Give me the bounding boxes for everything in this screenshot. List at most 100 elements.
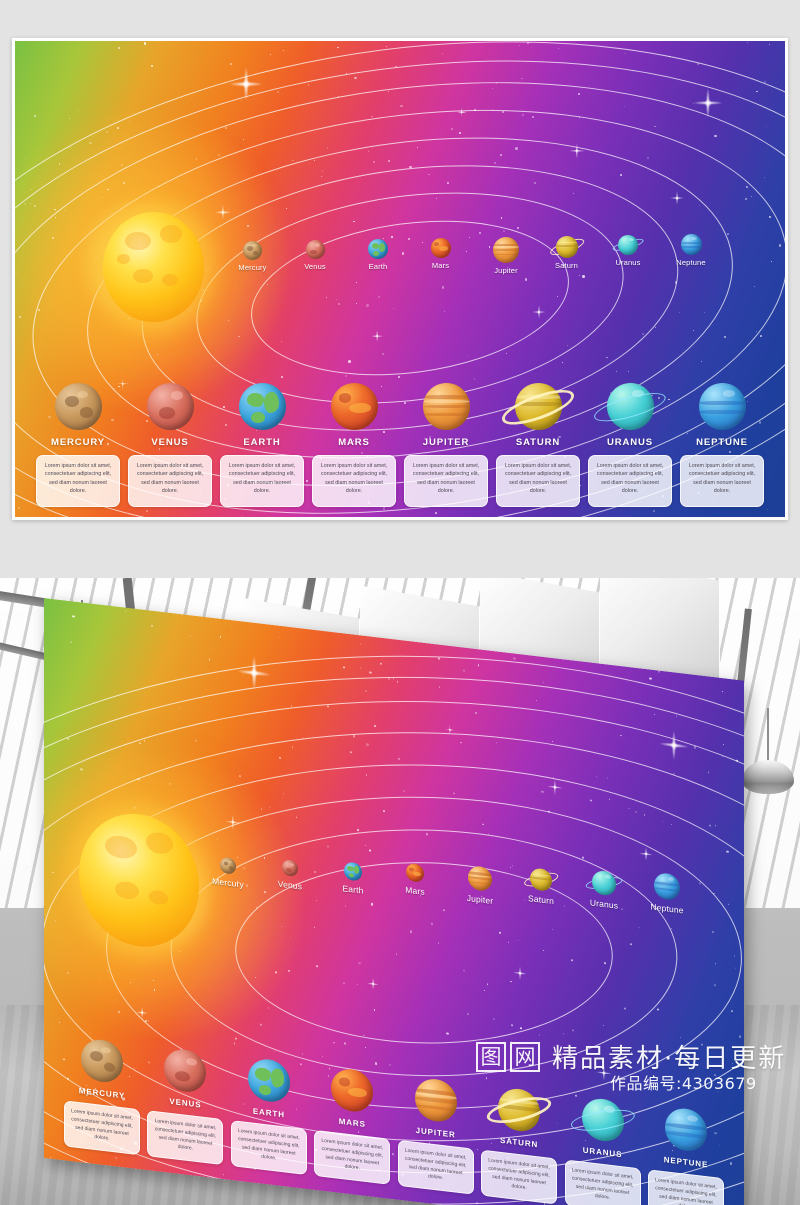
planet-surface-mark <box>186 1057 198 1067</box>
planet-card[interactable]: EARTH Lorem ipsum dolor sit amet, consec… <box>230 1055 307 1176</box>
planet-surface-mark <box>263 392 279 414</box>
planet-surface-mark <box>158 407 175 419</box>
card-description: Lorem ipsum dolor sit amet, consectetuer… <box>481 1149 558 1205</box>
planet-surface-mark <box>227 860 232 864</box>
planet-surface-mark <box>315 243 321 247</box>
planet-surface-mark <box>348 872 355 878</box>
poster-mockup-scene: Mercury Venus Earth Mars Jupiter Saturn … <box>0 578 800 1205</box>
planet-body <box>430 238 451 258</box>
star <box>124 610 127 612</box>
diagram-planet-label: Neptune <box>676 258 706 267</box>
planet-surface-mark <box>310 249 317 255</box>
star <box>279 636 281 638</box>
planet-surface-mark <box>667 876 675 882</box>
planet-card[interactable]: SATURN Lorem ipsum dolor sit amet, conse… <box>495 382 581 507</box>
planet-card[interactable]: URANUS Lorem ipsum dolor sit amet, conse… <box>587 383 673 507</box>
card-description: Lorem ipsum dolor sit amet, consectetuer… <box>314 1129 391 1185</box>
star <box>562 659 564 661</box>
card-description: Lorem ipsum dolor sit amet, consectetuer… <box>36 455 120 507</box>
card-description: Lorem ipsum dolor sit amet, consectetuer… <box>404 455 488 507</box>
planet-card[interactable]: VENUS Lorem ipsum dolor sit amet, consec… <box>127 383 213 507</box>
planet-body <box>406 863 424 884</box>
card-planet-venus <box>146 383 194 430</box>
planet-card[interactable]: MARS Lorem ipsum dolor sit amet, consect… <box>314 1065 391 1185</box>
card-planet-uranus <box>568 1096 637 1144</box>
planet-surface-mark <box>77 390 89 399</box>
planet-surface-mark <box>686 1114 698 1123</box>
lamp-cord <box>767 708 769 766</box>
planet-surface-mark <box>434 242 440 247</box>
planet-body <box>468 865 492 893</box>
card-planet-mercury <box>81 1037 123 1085</box>
star <box>337 46 340 49</box>
diagram-planet-saturn <box>547 235 586 259</box>
planet-surface-mark <box>422 404 470 409</box>
card-description: Lorem ipsum dolor sit amet, consectetuer… <box>64 1100 140 1156</box>
planet-surface-mark <box>373 251 380 257</box>
planet-card[interactable]: NEPTUNE Lorem ipsum dolor sit amet, cons… <box>679 383 765 507</box>
planet-card-row: MERCURY Lorem ipsum dolor sit amet, cons… <box>15 382 785 507</box>
planet-card[interactable]: URANUS Lorem ipsum dolor sit amet, conse… <box>564 1094 641 1205</box>
diagram-planet-neptune <box>654 871 680 901</box>
planet-card[interactable]: MERCURY Lorem ipsum dolor sit amet, cons… <box>64 1035 140 1156</box>
card-planet-earth <box>247 1057 290 1105</box>
planet-card[interactable]: MARS Lorem ipsum dolor sit amet, consect… <box>311 383 397 507</box>
planet-surface-mark <box>422 395 470 400</box>
diagram-planet-venus <box>305 240 325 259</box>
planet-surface-mark <box>175 1070 190 1083</box>
planet-body <box>654 871 680 901</box>
star <box>72 615 75 618</box>
star <box>721 690 723 692</box>
star <box>219 635 222 638</box>
card-planet-jupiter <box>422 383 470 430</box>
planet-card[interactable]: JUPITER Lorem ipsum dolor sit amet, cons… <box>397 1075 474 1195</box>
card-planet-mercury <box>54 383 102 430</box>
planet-card[interactable]: NEPTUNE Lorem ipsum dolor sit amet, cons… <box>647 1104 724 1205</box>
planet-surface-mark <box>680 241 702 244</box>
planet-surface-mark <box>604 874 612 879</box>
planet-surface-mark <box>170 391 184 400</box>
card-planet-earth <box>238 383 286 430</box>
planet-body <box>680 234 702 255</box>
planet-card[interactable]: VENUS Lorem ipsum dolor sit amet, consec… <box>147 1045 224 1166</box>
planet-card[interactable]: MERCURY Lorem ipsum dolor sit amet, cons… <box>35 383 121 507</box>
card-planet-mars <box>331 1066 374 1114</box>
diagram-planet-earth <box>368 239 388 259</box>
star <box>229 624 232 627</box>
card-planet-name: URANUS <box>582 1145 623 1160</box>
planet-surface-mark <box>104 1061 115 1073</box>
planet-surface-mark <box>338 1077 350 1087</box>
planet-body <box>592 869 616 897</box>
card-description: Lorem ipsum dolor sit amet, consectetuer… <box>397 1139 474 1195</box>
planet-surface-mark <box>722 389 736 397</box>
planet-surface-mark <box>246 393 264 408</box>
card-description: Lorem ipsum dolor sit amet, consectetuer… <box>496 455 580 507</box>
card-description: Lorem ipsum dolor sit amet, consectetuer… <box>312 455 396 507</box>
diagram-planet-uranus <box>611 235 645 255</box>
planet-card[interactable]: SATURN Lorem ipsum dolor sit amet, conse… <box>481 1085 558 1205</box>
diagram-planet-label: Uranus <box>615 258 641 267</box>
planet-surface-mark <box>664 1122 707 1131</box>
planet-surface-mark <box>409 867 414 872</box>
card-planet-name: SATURN <box>515 437 561 448</box>
card-planet-name: JUPITER <box>422 437 470 448</box>
planet-surface-mark <box>680 246 702 248</box>
star <box>143 42 146 45</box>
planet-card[interactable]: JUPITER Lorem ipsum dolor sit amet, cons… <box>403 383 489 507</box>
planet-card[interactable]: EARTH Lorem ipsum dolor sit amet, consec… <box>219 383 305 507</box>
planet-surface-mark <box>270 1068 284 1089</box>
poster-in-scene-canvas: Mercury Venus Earth Mars Jupiter Saturn … <box>44 598 744 1205</box>
planet-surface-mark <box>654 881 680 887</box>
star <box>269 54 271 55</box>
star <box>386 45 388 47</box>
star <box>360 643 361 645</box>
diagram-planet-saturn <box>522 867 560 892</box>
card-planet-saturn <box>498 382 578 431</box>
card-planet-mars <box>330 383 378 430</box>
card-planet-name: VENUS <box>151 437 189 448</box>
planet-body <box>493 237 519 263</box>
planet-surface-mark <box>90 1050 103 1062</box>
card-planet-name: NEPTUNE <box>696 437 748 448</box>
diagram-planet-label: Saturn <box>555 261 578 270</box>
card-planet-name: MARS <box>338 437 370 448</box>
